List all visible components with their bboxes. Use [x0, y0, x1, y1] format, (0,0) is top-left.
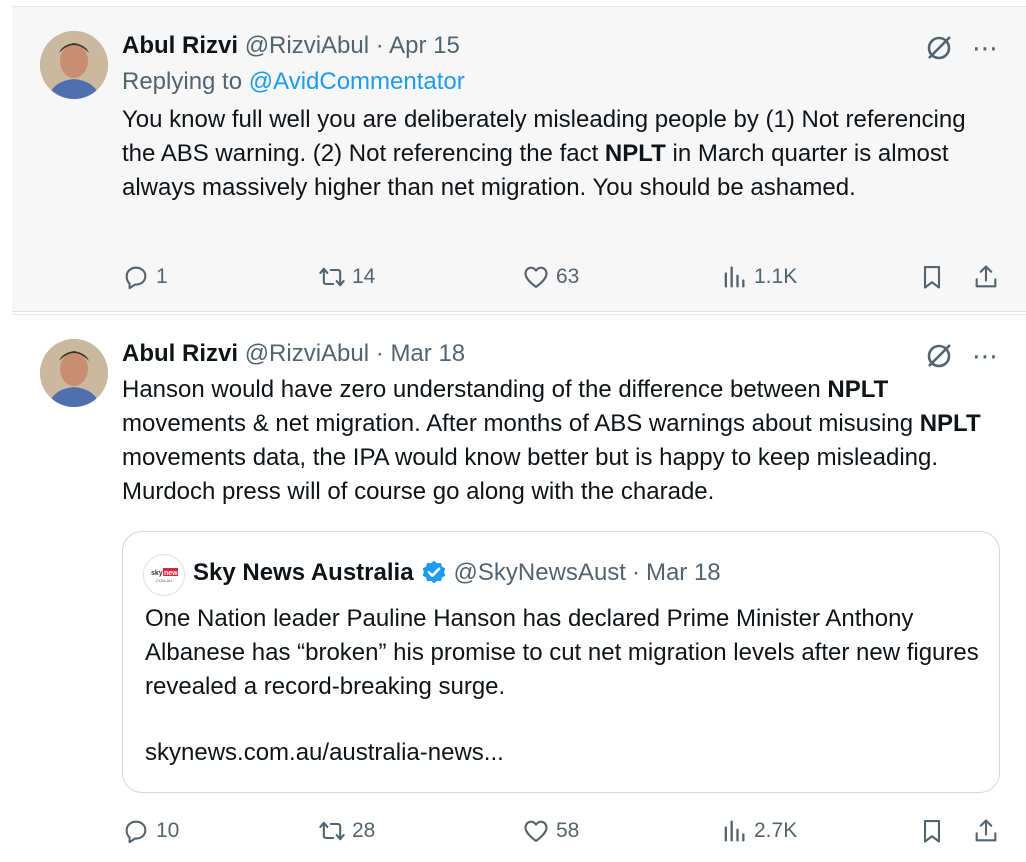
- bookmark-icon: [923, 266, 941, 289]
- separator: ·: [375, 340, 384, 367]
- reply-icon: [125, 266, 147, 290]
- share-icon: [975, 265, 997, 288]
- tweet-1[interactable]: Abul Rizvi @RizviAbul · Apr 15 ⋯ Replyin…: [12, 6, 1026, 312]
- reply-button[interactable]: 1: [122, 261, 168, 293]
- like-button[interactable]: 58: [522, 815, 579, 847]
- quoted-tweet-header: Sky News Australia @SkyNewsAust · Mar 18: [193, 558, 721, 588]
- tweet-2[interactable]: Abul Rizvi @RizviAbul · Mar 18 ⋯ Hanson …: [12, 314, 1026, 862]
- separator: ·: [375, 32, 384, 59]
- tweet-text-bold: NPLT: [919, 410, 981, 437]
- tweet-text-part: Hanson would have zero understanding of …: [122, 376, 828, 403]
- repost-icon: [319, 267, 345, 287]
- quoted-tweet-card[interactable]: sky news .COM.AU Sky News Australia @Sky…: [122, 531, 1000, 793]
- like-count: 58: [556, 819, 580, 842]
- replying-to-label: Replying to: [122, 68, 249, 95]
- like-count: 63: [556, 265, 580, 288]
- replying-to-mention[interactable]: @AvidCommentator: [249, 68, 465, 95]
- sky-news-logo[interactable]: sky news .COM.AU: [143, 554, 185, 596]
- verified-badge-icon: [422, 560, 445, 584]
- bookmark-icon: [923, 820, 941, 843]
- share-button[interactable]: [972, 261, 1006, 293]
- quoted-tweet-text: One Nation leader Pauline Hanson has dec…: [145, 605, 979, 700]
- avatar[interactable]: [40, 339, 108, 407]
- views-icon: [724, 266, 745, 288]
- repost-count: 28: [352, 819, 376, 842]
- logo-text-news: news: [164, 570, 182, 577]
- reply-count: 10: [156, 819, 180, 842]
- tweet-text-part: movements & net migration. After months …: [122, 410, 920, 437]
- views-count: 1.1K: [754, 265, 798, 288]
- replying-to-line: Replying to @AvidCommentator: [122, 67, 465, 97]
- reply-count: 1: [156, 265, 168, 288]
- reply-button[interactable]: 10: [122, 815, 179, 847]
- quoted-tweet-date[interactable]: Mar 18: [646, 558, 721, 588]
- tweet-header: Abul Rizvi @RizviAbul · Apr 15: [122, 31, 460, 61]
- author-name[interactable]: Abul Rizvi: [122, 340, 238, 367]
- grok-icon[interactable]: [924, 33, 954, 63]
- share-button[interactable]: [972, 815, 1006, 847]
- tweet-date[interactable]: Mar 18: [390, 340, 465, 367]
- tweet-text-bold: NPLT: [604, 140, 666, 167]
- views-button[interactable]: 1.1K: [720, 261, 797, 293]
- avatar[interactable]: [40, 31, 108, 99]
- tweet-text-part: movements data, the IPA would know bette…: [122, 444, 939, 505]
- grok-icon[interactable]: [924, 341, 954, 371]
- share-icon: [975, 819, 997, 842]
- action-bar: 1 14 63 1.1K: [122, 261, 1002, 293]
- views-icon: [724, 820, 745, 842]
- author-name[interactable]: Abul Rizvi: [122, 32, 238, 59]
- author-handle[interactable]: @RizviAbul: [245, 32, 369, 59]
- bookmark-button[interactable]: [918, 815, 952, 847]
- action-bar: 10 28 58 2.7K: [122, 815, 1002, 847]
- tweet-header: Abul Rizvi @RizviAbul · Mar 18: [122, 339, 465, 369]
- separator: ·: [631, 559, 640, 586]
- like-icon: [524, 820, 548, 842]
- more-options-icon[interactable]: ⋯: [972, 35, 1000, 61]
- logo-text-sky: sky: [151, 570, 163, 577]
- quoted-author-handle[interactable]: @SkyNewsAust: [454, 558, 626, 588]
- tweet-date[interactable]: Apr 15: [389, 32, 460, 59]
- logo-text-domain: .COM.AU: [155, 578, 172, 583]
- like-button[interactable]: 63: [522, 261, 579, 293]
- tweet-text: You know full well you are deliberately …: [122, 103, 1002, 205]
- quoted-author-name[interactable]: Sky News Australia: [193, 558, 414, 588]
- repost-button[interactable]: 14: [318, 261, 375, 293]
- repost-button[interactable]: 28: [318, 815, 375, 847]
- tweet-text: Hanson would have zero understanding of …: [122, 373, 1002, 509]
- repost-count: 14: [352, 265, 376, 288]
- more-options-icon[interactable]: ⋯: [972, 343, 1000, 369]
- author-handle[interactable]: @RizviAbul: [245, 340, 369, 367]
- views-button[interactable]: 2.7K: [720, 815, 797, 847]
- views-count: 2.7K: [754, 819, 798, 842]
- repost-icon: [319, 821, 345, 841]
- tweet-text-bold: NPLT: [827, 376, 889, 403]
- like-icon: [524, 266, 548, 288]
- quoted-tweet-link[interactable]: skynews.com.au/australia-news...: [145, 736, 504, 770]
- bookmark-button[interactable]: [918, 261, 952, 293]
- reply-icon: [125, 820, 147, 844]
